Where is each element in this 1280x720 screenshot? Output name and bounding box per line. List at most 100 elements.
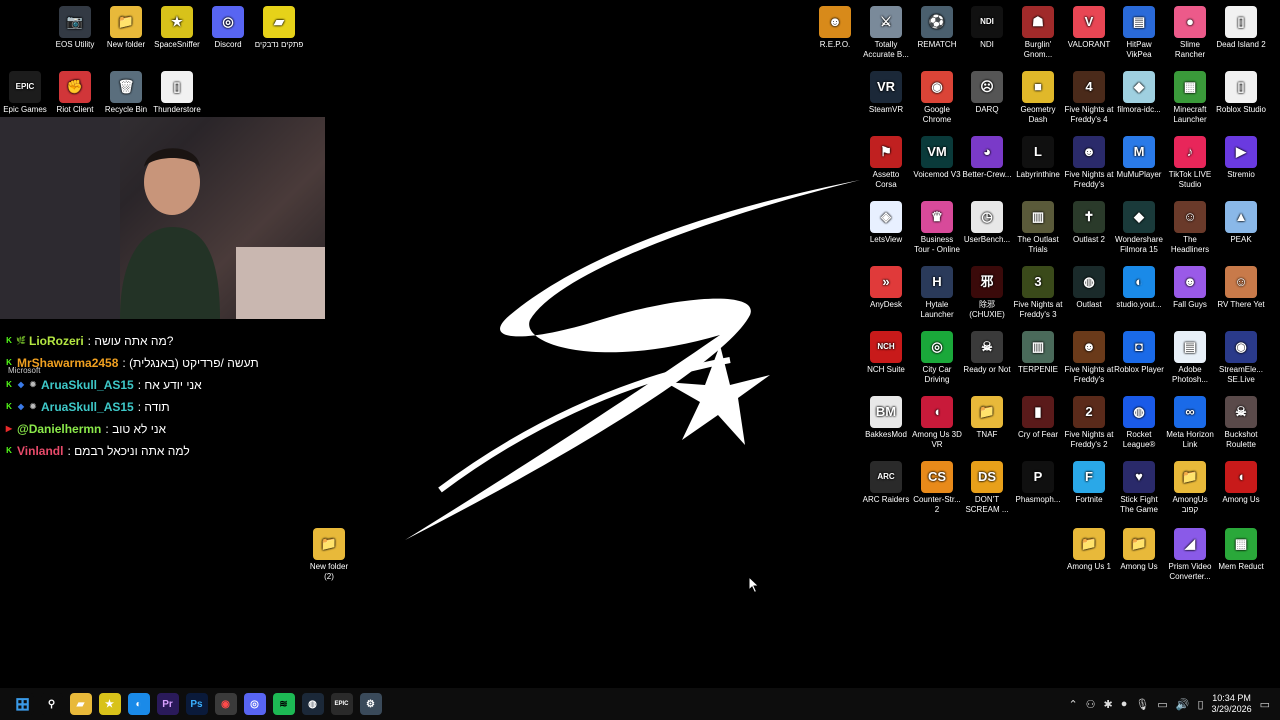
desktop-icon-assetto-corsa[interactable]: ⚑ Assetto Corsa <box>861 136 911 190</box>
steam-icon[interactable]: ◍ <box>301 693 324 715</box>
desktop-icon-spacesniffer[interactable]: ★ SpaceSniffer <box>152 6 202 50</box>
desktop-icon-chrome[interactable]: ◉ Google Chrome <box>912 71 962 125</box>
desktop-icon-repo[interactable]: ☻ R.E.P.O. <box>810 6 860 50</box>
premiere-icon[interactable]: Pr <box>156 693 179 715</box>
epic-taskbar-icon[interactable]: EPIC <box>330 693 353 715</box>
desktop-icon-fortnite[interactable]: F Fortnite <box>1064 461 1114 505</box>
network-icon[interactable]: ▭ <box>1157 698 1167 711</box>
notifications-icon[interactable]: ▭ <box>1260 698 1270 711</box>
desktop-icon-fnaf3[interactable]: 3 Five Nights at Freddy's 3 <box>1013 266 1063 320</box>
desktop-icon-steamvr[interactable]: VR SteamVR <box>861 71 911 115</box>
desktop-icon-anydesk[interactable]: » AnyDesk <box>861 266 911 310</box>
desktop-icon-recycle-bin[interactable]: 🗑 Recycle Bin <box>101 71 151 115</box>
desktop-icon-hitpaw[interactable]: ▤ HitPaw VikPea <box>1114 6 1164 60</box>
desktop-icon-chuxie[interactable]: 邪除邪 (CHUXIE) <box>962 266 1012 320</box>
desktop-icon-hebrew-sticky[interactable]: ▰ פתקים נדבקים <box>254 6 304 50</box>
desktop-icon-terpenie[interactable]: ▥ TERPENIE <box>1013 331 1063 375</box>
desktop-icon-nch-suite[interactable]: NCH NCH Suite <box>861 331 911 375</box>
desktop-icon-stremio[interactable]: ▶ Stremio <box>1216 136 1266 180</box>
desktop-icon-filmora-15[interactable]: ◆ Wondershare Filmora 15 <box>1114 201 1164 255</box>
desktop-icon-outlast-2[interactable]: ✝ Outlast 2 <box>1064 201 1114 245</box>
spotify-icon[interactable]: ≋ <box>272 693 295 715</box>
desktop-icon-amongus-folder[interactable]: 📁 AmongUs קפוב <box>1165 461 1215 515</box>
desktop-icon-slime-rancher[interactable]: ● Slime Rancher <box>1165 6 1215 60</box>
desktop-icon-thunderstore[interactable]: ▯ Thunderstore <box>152 71 202 115</box>
discord-taskbar-icon[interactable]: ◎ <box>243 693 266 715</box>
desktop-icon-outlast-trials[interactable]: ▥ The Outlast Trials <box>1013 201 1063 255</box>
desktop-icon-hytale[interactable]: H Hytale Launcher <box>912 266 962 320</box>
desktop-icon-cry-of-fear[interactable]: ▮ Cry of Fear <box>1013 396 1063 440</box>
desktop-icon-rv-there-yet[interactable]: ☺ RV There Yet <box>1216 266 1266 310</box>
desktop-icon-userbench[interactable]: ◷ UserBench... <box>962 201 1012 245</box>
desktop-icon-fnaf-sis[interactable]: ☻ Five Nights at Freddy's Sis... <box>1064 136 1114 190</box>
bluetooth-icon[interactable]: ✱ <box>1104 698 1113 711</box>
mic-icon[interactable]: 🎙 <box>1135 698 1149 711</box>
desktop-icon-discord[interactable]: ◎ Discord <box>203 6 253 50</box>
desktop-icon-streamelements[interactable]: ◉ StreamEle... SE.Live <box>1216 331 1266 385</box>
desktop-icon-phasmophobia[interactable]: P Phasmoph... <box>1013 461 1063 505</box>
desktop-icon-tiktok-live[interactable]: ♪ TikTok LIVE Studio <box>1165 136 1215 190</box>
desktop-icon-meta-horizon[interactable]: ∞ Meta Horizon Link <box>1165 396 1215 450</box>
desktop-icon-roblox-studio[interactable]: ▯ Roblox Studio <box>1216 71 1266 115</box>
desktop-icon-rocket-league[interactable]: ◍ Rocket League® <box>1114 396 1164 450</box>
search-icon[interactable]: ⚲ <box>40 693 63 715</box>
desktop-icon-roblox-player[interactable]: ◘ Roblox Player <box>1114 331 1164 375</box>
desktop-icon-peak[interactable]: ▲ PEAK <box>1216 201 1266 245</box>
desktop-icon-burglin-gnomes[interactable]: ☗ Burglin' Gnom... <box>1013 6 1063 60</box>
desktop-icon-studio-youtube[interactable]: ◐ studio.yout... <box>1114 266 1164 310</box>
desktop-icon-minecraft-launcher[interactable]: ▦ Minecraft Launcher <box>1165 71 1215 125</box>
chrome-taskbar-icon[interactable]: ◉ <box>214 693 237 715</box>
desktop-icon-mem-reduct[interactable]: ▦ Mem Reduct <box>1216 528 1266 572</box>
desktop-icon-fnaf1[interactable]: ☻ Five Nights at Freddy's <box>1064 331 1114 385</box>
edge-icon[interactable]: ◐ <box>127 693 150 715</box>
desktop-icon-among-us-3d[interactable]: ◖ Among Us 3D VR <box>912 396 962 450</box>
desktop-icon-riot-client[interactable]: ✊ Riot Client <box>50 71 100 115</box>
desktop-icon-city-car-driving[interactable]: ◎ City Car Driving <box>912 331 962 385</box>
battery-icon[interactable]: ▯ <box>1197 698 1203 711</box>
desktop-icon-darq[interactable]: ☹ DARQ <box>962 71 1012 115</box>
desktop-icon-outlast[interactable]: ◍ Outlast <box>1064 266 1114 310</box>
desktop-icon-arc-raiders[interactable]: ARC ARC Raiders <box>861 461 911 505</box>
desktop-icon-valorant[interactable]: V VALORANT <box>1064 6 1114 50</box>
desktop-icon-counter-strike[interactable]: CS Counter-Str... 2 <box>912 461 962 515</box>
clock[interactable]: 10:34 PM 3/29/2026 <box>1212 693 1252 715</box>
desktop-icon-ready-or-not[interactable]: ☠ Ready or Not <box>962 331 1012 375</box>
desktop-icon-voicemod[interactable]: VM Voicemod V3 <box>912 136 962 180</box>
settings-icon[interactable]: ⚙ <box>359 693 382 715</box>
desktop-icon-eos-utility[interactable]: 📷 EOS Utility <box>50 6 100 50</box>
desktop-icon-better-crew[interactable]: ◕ Better-Crew... <box>962 136 1012 180</box>
start-icon[interactable]: ⊞ <box>11 693 34 715</box>
desktop-icon-dont-scream[interactable]: DS DON'T SCREAM ... <box>962 461 1012 515</box>
desktop-icon-ndi[interactable]: NDI NDI <box>962 6 1012 50</box>
desktop-icon-dead-island[interactable]: ▯ Dead Island 2 <box>1216 6 1266 50</box>
file-explorer-icon[interactable]: ▰ <box>69 693 92 715</box>
desktop-icon-totally-accurate[interactable]: ⚔ Totally Accurate B... <box>861 6 911 60</box>
desktop-icon-filmora-idc[interactable]: ◆ filmora-idc... <box>1114 71 1164 115</box>
desktop-icon-among-us-app[interactable]: ◖ Among Us <box>1216 461 1266 505</box>
desktop-icon-rematch[interactable]: ⚽ REMATCH <box>912 6 962 50</box>
spacesniffer-taskbar-icon[interactable]: ★ <box>98 693 121 715</box>
desktop-icon-among-us-1[interactable]: 📁 Among Us 1 <box>1064 528 1114 572</box>
desktop-icon-bakkesmod[interactable]: BM BakkesMod <box>861 396 911 440</box>
desktop-icon-prism-video[interactable]: ◢ Prism Video Converter... <box>1165 528 1215 582</box>
desktop-icon-fall-guys[interactable]: ☻ Fall Guys <box>1165 266 1215 310</box>
desktop-icon-mumuplayer[interactable]: M MuMuPlayer <box>1114 136 1164 180</box>
desktop-icon-tnaf[interactable]: 📁 TNAF <box>962 396 1012 440</box>
desktop-icon-adobe-photoshop-file[interactable]: ▤ Adobe Photosh... <box>1165 331 1215 385</box>
app-status-icon[interactable]: ● <box>1121 698 1128 710</box>
desktop-icon-labyrinthine[interactable]: L Labyrinthine <box>1013 136 1063 180</box>
desktop-icon-stick-fight[interactable]: ♥ Stick Fight The Game <box>1114 461 1164 515</box>
vpn-icon[interactable]: ⚇ <box>1086 698 1096 711</box>
desktop-icon-headliners[interactable]: ☺ The Headliners <box>1165 201 1215 255</box>
desktop-icon-letsview[interactable]: ◈ LetsView <box>861 201 911 245</box>
desktop-icon-geometry-dash[interactable]: ■ Geometry Dash <box>1013 71 1063 125</box>
desktop-icon-fnaf4[interactable]: 4 Five Nights at Freddy's 4 <box>1064 71 1114 125</box>
chevron-up-icon[interactable]: ⌃ <box>1068 698 1077 711</box>
desktop-icon-fnaf2[interactable]: 2 Five Nights at Freddy's 2 <box>1064 396 1114 450</box>
desktop-icon-new-folder[interactable]: 📁 New folder <box>101 6 151 50</box>
desktop-icon-business-tour[interactable]: ♛ Business Tour - Online M... <box>912 201 962 255</box>
volume-icon[interactable]: 🔊 <box>1176 698 1190 711</box>
desktop-icon-epic-games[interactable]: EPIC Epic Games <box>0 71 50 115</box>
desktop-icon-buckshot[interactable]: ☠ Buckshot Roulette <box>1216 396 1266 450</box>
photoshop-icon[interactable]: Ps <box>185 693 208 715</box>
